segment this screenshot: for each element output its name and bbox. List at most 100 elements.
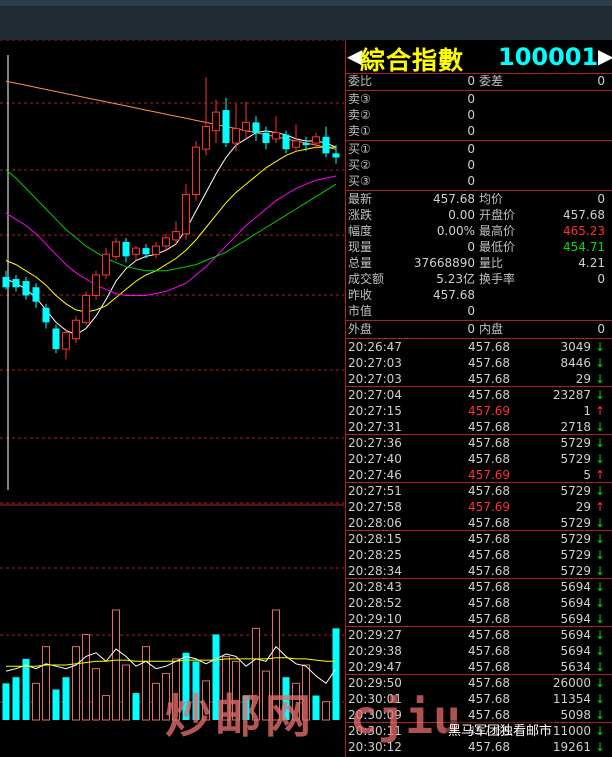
tick-time: 20:27:03 <box>348 372 402 386</box>
tick-row[interactable]: 20:29:50 457.68 26000 ↓ <box>346 675 612 691</box>
weicha-value: 0 <box>597 74 605 88</box>
tick-price: 457.68 <box>468 388 510 402</box>
tick-volume: 5694 <box>560 596 591 610</box>
stat-row: 现量 0 最低价 454.71 <box>346 239 612 255</box>
tick-row[interactable]: 20:27:31 457.68 2718 ↓ <box>346 419 612 435</box>
mcap-label: 市值 <box>348 304 373 318</box>
candle-body <box>152 245 160 255</box>
tick-row[interactable]: 20:29:38 457.68 5694 ↓ <box>346 643 612 659</box>
candle-body <box>142 248 150 255</box>
kline-chart-area[interactable] <box>0 40 344 757</box>
tick-volume: 5729 <box>560 516 591 530</box>
tick-row[interactable]: 20:27:04 457.68 23287 ↓ <box>346 387 612 403</box>
candle-body <box>242 121 250 132</box>
candle-body <box>2 276 10 288</box>
tick-volume: 5694 <box>560 580 591 594</box>
candle-body <box>222 110 230 144</box>
arrow-down-icon: ↓ <box>594 564 605 578</box>
tick-row[interactable]: 20:26:47 457.68 3049 ↓ <box>346 339 612 355</box>
open-label: 开盘价 <box>479 208 516 222</box>
watermark-domain: cjiu <box>350 690 461 744</box>
tick-volume: 29 <box>575 372 591 386</box>
ask-label: 卖① <box>348 124 371 138</box>
tick-price: 457.68 <box>468 676 510 690</box>
tick-row[interactable]: 20:27:58 457.69 29 ↑ <box>346 499 612 515</box>
tick-time: 20:27:31 <box>348 420 402 434</box>
tick-volume: 5 <box>583 468 591 482</box>
tick-row[interactable]: 20:28:15 457.68 5729 ↓ <box>346 531 612 547</box>
tick-row[interactable]: 20:29:10 457.68 5694 ↓ <box>346 611 612 627</box>
ask-price: 0 <box>467 108 475 122</box>
prev-close-value: 457.68 <box>433 288 475 302</box>
pct-label: 幅度 <box>348 224 373 238</box>
volume-bar <box>22 658 30 720</box>
tick-time: 20:27:15 <box>348 404 402 418</box>
ask-row[interactable]: 卖② 0 <box>346 107 612 123</box>
tick-row[interactable]: 20:27:51 457.68 5729 ↓ <box>346 483 612 499</box>
tick-row[interactable]: 20:28:43 457.68 5694 ↓ <box>346 579 612 595</box>
tick-row[interactable]: 20:28:52 457.68 5694 ↓ <box>346 595 612 611</box>
inner-label: 内盘 <box>479 322 504 336</box>
volume-bar <box>322 701 330 721</box>
tick-row[interactable]: 20:29:27 457.68 5694 ↓ <box>346 627 612 643</box>
candle-body <box>192 146 200 196</box>
arrow-down-icon: ↓ <box>594 740 605 754</box>
stat-row: 成交额 5.23亿 换手率 0 <box>346 271 612 287</box>
tick-row[interactable]: 20:27:40 457.68 5729 ↓ <box>346 451 612 467</box>
ratio-label: 量比 <box>479 256 504 270</box>
pct-value: 0.00% <box>436 224 475 238</box>
low-value: 454.71 <box>563 240 605 254</box>
ask-row[interactable]: 卖① 0 <box>346 123 612 139</box>
weibi-row: 委比 0 委差 0 <box>346 73 612 89</box>
bid-row[interactable]: 买③ 0 <box>346 173 612 189</box>
ma-line <box>5 175 337 296</box>
top-bar <box>0 0 612 40</box>
tick-volume: 5729 <box>560 564 591 578</box>
tick-price: 457.68 <box>468 484 510 498</box>
volume-bar <box>112 609 120 721</box>
tick-row[interactable]: 20:28:06 457.68 5729 ↓ <box>346 515 612 531</box>
candle-body <box>262 132 270 144</box>
tick-price: 457.68 <box>468 372 510 386</box>
tick-volume: 5729 <box>560 532 591 546</box>
candle-body <box>202 126 210 150</box>
tick-row[interactable]: 20:28:34 457.68 5729 ↓ <box>346 563 612 579</box>
tick-row[interactable]: 20:29:47 457.68 5634 ↓ <box>346 659 612 675</box>
tick-volume: 5694 <box>560 612 591 626</box>
tick-volume: 3049 <box>560 340 591 354</box>
candle-body <box>72 319 80 340</box>
candle-body <box>102 253 110 276</box>
arrow-down-icon: ↓ <box>594 548 605 562</box>
tick-row[interactable]: 20:27:46 457.69 5 ↑ <box>346 467 612 483</box>
candle-body <box>122 241 130 257</box>
volume-bar <box>62 677 70 720</box>
candle-body <box>292 140 300 148</box>
volume-bar <box>52 689 60 720</box>
ma-line <box>5 146 336 313</box>
open-value: 457.68 <box>563 208 605 222</box>
tick-price: 457.68 <box>468 596 510 610</box>
tick-row[interactable]: 20:27:36 457.68 5729 ↓ <box>346 435 612 451</box>
next-arrow-icon[interactable]: ▶ <box>598 44 612 68</box>
bid-row[interactable]: 买② 0 <box>346 157 612 173</box>
tick-volume: 11354 <box>552 692 591 706</box>
tick-row[interactable]: 20:27:03 457.68 29 ↓ <box>346 371 612 387</box>
bid-row[interactable]: 买① 0 <box>346 141 612 157</box>
kline-chart[interactable] <box>0 40 344 757</box>
tick-price: 457.68 <box>468 740 510 754</box>
prev-close-label: 昨收 <box>348 288 373 302</box>
candle-body <box>252 122 260 133</box>
tick-row[interactable]: 20:27:15 457.69 1 ↑ <box>346 403 612 419</box>
tick-row[interactable]: 20:28:25 457.68 5729 ↓ <box>346 547 612 563</box>
bid-price: 0 <box>467 142 475 156</box>
tick-volume: 1 <box>583 404 591 418</box>
tick-time: 20:28:34 <box>348 564 402 578</box>
arrow-up-icon: ↑ <box>594 404 605 418</box>
quote-header: ◀ 綜合指數 100001 ▶ <box>346 40 612 75</box>
ask-row[interactable]: 卖③ 0 <box>346 91 612 107</box>
outer-value: 0 <box>467 322 475 336</box>
volume-bar <box>132 693 140 720</box>
bid-price: 0 <box>467 158 475 172</box>
tick-row[interactable]: 20:27:03 457.68 8446 ↓ <box>346 355 612 371</box>
volume-bar <box>332 628 340 720</box>
